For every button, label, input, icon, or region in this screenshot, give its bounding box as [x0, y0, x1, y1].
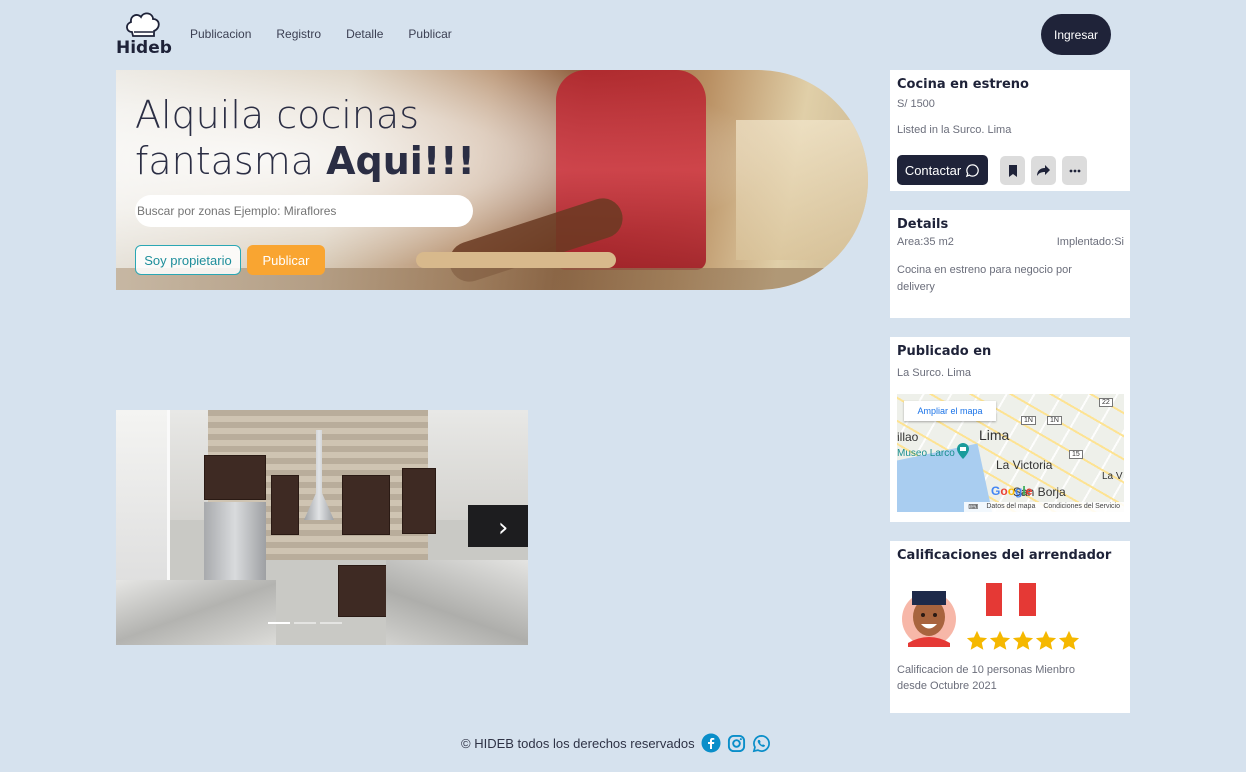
whatsapp-icon[interactable]: [752, 734, 771, 753]
chat-bubble-icon: [966, 163, 979, 177]
listing-card: Cocina en estreno S/ 1500 Listed in la S…: [890, 70, 1130, 191]
gallery-photo-island: [116, 580, 276, 645]
gallery-photo-cabinet: [402, 468, 436, 534]
search-input[interactable]: [135, 195, 473, 227]
logo[interactable]: Hideb: [116, 10, 172, 58]
publish-button[interactable]: Publicar: [247, 245, 325, 275]
location-text: La Surco. Lima: [897, 367, 971, 379]
login-button[interactable]: Ingresar: [1041, 14, 1111, 55]
map-data-link[interactable]: Datos del mapa: [986, 503, 1035, 511]
kitchen-photo-carousel[interactable]: ›: [116, 410, 528, 645]
location-map[interactable]: Ampliar el mapa Lima illao Museo Larco L…: [897, 394, 1124, 512]
listing-title: Cocina en estreno: [897, 77, 1029, 92]
rating-stars: [966, 630, 1080, 652]
carousel-indicator[interactable]: [268, 622, 290, 624]
owner-button[interactable]: Soy propietario: [135, 245, 241, 275]
google-logo: Google: [991, 484, 1033, 498]
ratings-summary: Calificacion de 10 personas Mienbro desd…: [897, 664, 1075, 692]
carousel-indicator[interactable]: [294, 622, 316, 624]
listing-price: S/ 1500: [897, 98, 935, 110]
hero-title-emphasis: Aqui!!!: [326, 139, 475, 183]
star-icon: [1058, 630, 1080, 650]
more-dots-icon: [1069, 169, 1080, 172]
map-label-edge: La V: [1102, 471, 1123, 482]
map-label-callao: illao: [897, 430, 919, 444]
listing-location: Listed in la Surco. Lima: [897, 124, 1012, 136]
gallery-photo-cabinet: [271, 475, 299, 535]
bookmark-button[interactable]: [1000, 156, 1025, 185]
main-nav: Publicacion Registro Detalle Publicar: [190, 27, 452, 41]
star-icon: [1012, 630, 1034, 650]
hero-title-line2: fantasma: [135, 139, 327, 183]
map-terms-link[interactable]: Condiciones del Servicio: [1043, 503, 1120, 511]
map-label-museum: Museo Larco: [897, 448, 955, 459]
logo-text: Hideb: [116, 38, 172, 58]
contact-button-label: Contactar: [904, 162, 962, 178]
star-icon: [966, 630, 988, 650]
carousel-indicators: [268, 622, 342, 624]
carousel-next-icon[interactable]: ›: [498, 513, 508, 543]
hero-title: Alquila cocinas fantasma Aqui!!!: [135, 92, 475, 184]
gallery-photo-counter: [386, 560, 528, 645]
nav-item-detalle[interactable]: Detalle: [346, 27, 383, 41]
instagram-icon[interactable]: [727, 734, 746, 753]
gallery-photo-cabinet: [342, 475, 390, 535]
peru-flag-icon: [986, 583, 1036, 616]
nav-item-registro[interactable]: Registro: [276, 27, 321, 41]
share-button[interactable]: [1031, 156, 1056, 185]
gallery-photo-cabinet: [204, 455, 266, 500]
location-card: Publicado en La Surco. Lima Ampliar el m…: [890, 337, 1130, 522]
landlord-avatar: [902, 591, 956, 647]
details-implemented: Implentado:Si: [1056, 236, 1124, 248]
copyright-text: © HIDEB todos los derechos reservados: [461, 735, 695, 751]
hero-photo-cabinets: [736, 120, 868, 260]
map-label-lima: Lima: [979, 427, 1010, 443]
carousel-indicator[interactable]: [320, 622, 342, 624]
details-title: Details: [897, 217, 949, 232]
bookmark-icon: [1008, 164, 1017, 177]
share-arrow-icon: [1037, 164, 1050, 176]
road-marker: 1N: [1047, 416, 1062, 425]
star-icon: [989, 630, 1011, 650]
keyboard-icon: ⌨: [968, 504, 979, 511]
nav-item-publicar[interactable]: Publicar: [408, 27, 451, 41]
road-marker: 15: [1069, 450, 1083, 459]
chef-hat-icon: [126, 12, 160, 37]
details-description: Cocina en estreno para negocio por deliv…: [897, 264, 1072, 293]
hero-photo-rolling-pin: [416, 252, 616, 268]
museum-pin-icon: [957, 443, 969, 459]
more-options-button[interactable]: [1062, 156, 1087, 185]
details-area: Area:35 m2: [897, 236, 954, 248]
nav-item-publicacion[interactable]: Publicacion: [190, 27, 251, 41]
facebook-icon[interactable]: [701, 733, 721, 753]
location-title: Publicado en: [897, 344, 992, 359]
gallery-photo-window: [116, 410, 170, 590]
road-marker: 22: [1099, 398, 1113, 407]
road-marker: 1N: [1021, 416, 1036, 425]
contact-button[interactable]: Contactar: [897, 155, 988, 185]
ratings-card: Calificaciones del arrendador Calificaci…: [890, 541, 1130, 713]
ratings-title: Calificaciones del arrendador: [897, 548, 1112, 563]
enlarge-map-button[interactable]: Ampliar el mapa: [904, 401, 996, 421]
star-icon: [1035, 630, 1057, 650]
page-footer: © HIDEB todos los derechos reservados: [461, 733, 771, 753]
map-footer: ⌨ Datos del mapa Condiciones del Servici…: [964, 502, 1124, 512]
hero-title-line1: Alquila cocinas: [135, 93, 419, 137]
details-card: Details Area:35 m2 Implentado:Si Cocina …: [890, 210, 1130, 318]
hero-banner: Alquila cocinas fantasma Aqui!!! Soy pro…: [116, 70, 868, 290]
details-specs: Area:35 m2 Implentado:Si: [897, 236, 1124, 248]
map-label-la-victoria: La Victoria: [996, 458, 1053, 472]
